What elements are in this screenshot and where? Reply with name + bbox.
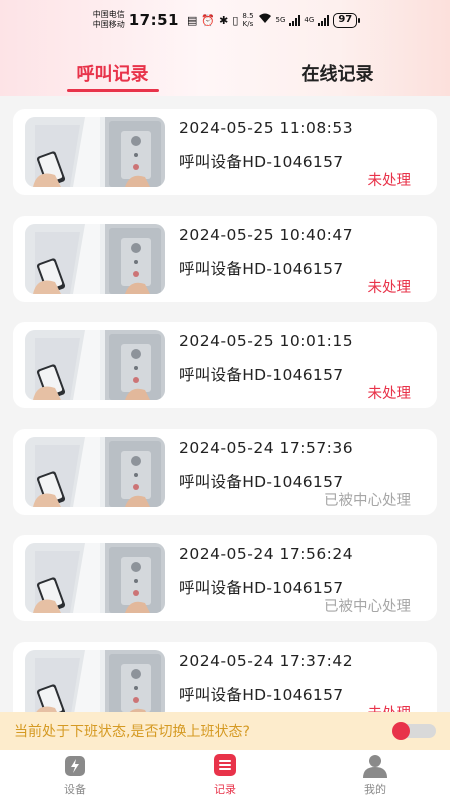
record-card[interactable]: 2024-05-24 17:56:24 呼叫设备HD-1046157 已被中心处… bbox=[13, 535, 437, 621]
record-device: 呼叫设备HD-1046157 bbox=[179, 579, 344, 597]
bluetooth-icon: ✱ bbox=[219, 13, 229, 27]
call-record-list[interactable]: 2024-05-25 11:08:53 呼叫设备HD-1046157 未处理 2… bbox=[0, 96, 450, 712]
record-status: 未处理 bbox=[367, 280, 412, 296]
carrier-names: 中国电信 中国移动 bbox=[93, 10, 125, 30]
speed-unit: K/s bbox=[242, 20, 254, 28]
record-card[interactable]: 2024-05-25 10:01:15 呼叫设备HD-1046157 未处理 bbox=[13, 322, 437, 408]
record-card[interactable]: 2024-05-24 17:57:36 呼叫设备HD-1046157 已被中心处… bbox=[13, 429, 437, 515]
record-status: 未处理 bbox=[368, 702, 412, 712]
carrier-1: 中国电信 bbox=[92, 10, 125, 19]
record-time: 2024-05-24 17:56:24 bbox=[179, 545, 354, 563]
nav-label: 设备 bbox=[64, 782, 86, 796]
nav-item-records[interactable]: 记录 bbox=[150, 750, 300, 800]
nfc-icon: ▤ bbox=[187, 13, 198, 27]
nav-item-profile[interactable]: 我的 bbox=[300, 750, 450, 800]
record-device: 呼叫设备HD-1046157 bbox=[179, 366, 344, 384]
nav-label: 我的 bbox=[364, 782, 386, 796]
nav-item-device[interactable]: 设备 bbox=[0, 750, 150, 800]
record-thumbnail bbox=[25, 117, 165, 187]
carrier-2: 中国移动 bbox=[92, 20, 125, 29]
status-bar: 中国电信 中国移动 17:51 ▤ ⏰ ✱ ▯ 8.5 K/s 5G 4G 97 bbox=[0, 0, 450, 40]
network-type-2: 4G bbox=[304, 16, 315, 24]
record-thumbnail bbox=[25, 437, 165, 507]
vibrate-icon: ▯ bbox=[232, 13, 239, 27]
tab-active-indicator bbox=[66, 89, 159, 92]
network-type-1: 5G bbox=[275, 16, 286, 24]
record-status: 未处理 bbox=[367, 173, 412, 189]
record-time: 2024-05-24 17:37:42 bbox=[179, 652, 354, 670]
record-card[interactable]: 2024-05-25 10:40:47 呼叫设备HD-1046157 未处理 bbox=[13, 216, 437, 302]
tab-online-records[interactable]: 在线记录 bbox=[225, 52, 450, 94]
wifi-icon bbox=[258, 13, 272, 27]
work-status-banner: 当前处于下班状态,是否切换上班状态? bbox=[0, 712, 450, 750]
signal-icon-1 bbox=[289, 14, 301, 26]
signal-icon-2 bbox=[318, 14, 330, 26]
records-icon bbox=[214, 753, 236, 776]
record-device: 呼叫设备HD-1046157 bbox=[179, 260, 344, 278]
battery-icon: 97 bbox=[333, 12, 361, 28]
bottom-navigation: 设备 记录 我的 bbox=[0, 750, 450, 800]
record-thumbnail bbox=[25, 224, 165, 294]
device-icon bbox=[65, 755, 85, 776]
record-card[interactable]: 2024-05-25 11:08:53 呼叫设备HD-1046157 未处理 bbox=[13, 109, 437, 195]
record-device: 呼叫设备HD-1046157 bbox=[179, 686, 344, 704]
network-speed: 8.5 K/s bbox=[242, 12, 253, 28]
alarm-icon: ⏰ bbox=[201, 13, 216, 27]
clock: 17:51 bbox=[128, 11, 179, 29]
work-status-toggle[interactable] bbox=[392, 722, 436, 740]
banner-text: 当前处于下班状态,是否切换上班状态? bbox=[14, 724, 250, 740]
record-thumbnail bbox=[25, 650, 165, 712]
record-time: 2024-05-25 10:40:47 bbox=[179, 226, 354, 244]
tab-bar: 呼叫记录 在线记录 bbox=[0, 52, 450, 94]
speed-value: 8.5 bbox=[242, 12, 254, 20]
record-time: 2024-05-25 11:08:53 bbox=[179, 119, 354, 137]
record-device: 呼叫设备HD-1046157 bbox=[179, 473, 344, 491]
tab-call-records[interactable]: 呼叫记录 bbox=[0, 52, 225, 94]
record-thumbnail bbox=[25, 330, 165, 400]
record-time: 2024-05-25 10:01:15 bbox=[179, 332, 354, 350]
toggle-knob bbox=[392, 722, 410, 740]
tab-label: 呼叫记录 bbox=[76, 64, 149, 85]
record-device: 呼叫设备HD-1046157 bbox=[179, 153, 344, 171]
record-card[interactable]: 2024-05-24 17:37:42 呼叫设备HD-1046157 未处理 bbox=[13, 642, 437, 712]
record-status: 未处理 bbox=[367, 386, 412, 402]
record-status: 已被中心处理 bbox=[324, 493, 411, 509]
tab-label: 在线记录 bbox=[301, 64, 374, 85]
record-thumbnail bbox=[25, 543, 165, 613]
record-status: 已被中心处理 bbox=[324, 599, 411, 615]
profile-icon bbox=[363, 754, 387, 778]
record-time: 2024-05-24 17:57:36 bbox=[179, 439, 354, 457]
nav-label: 记录 bbox=[214, 782, 236, 796]
